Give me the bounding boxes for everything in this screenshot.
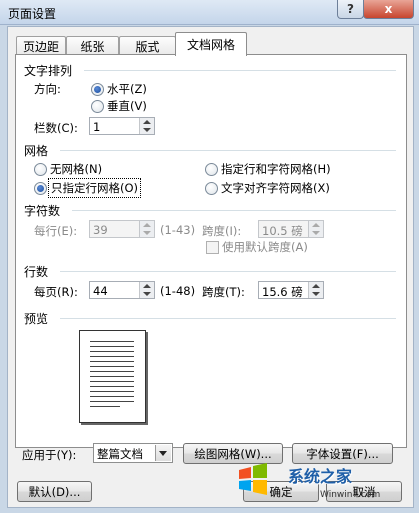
tab-document-grid[interactable]: 文档网格 — [175, 32, 247, 56]
radio-no-grid[interactable] — [34, 163, 47, 176]
radio-lines-only-grid-label[interactable]: 只指定行网格(O) — [48, 178, 142, 198]
lines-per-page-value: 44 — [93, 284, 108, 298]
radio-horizontal-label[interactable]: 水平(Z) — [107, 81, 147, 97]
char-pitch-stepper[interactable]: 10.5 磅 — [258, 220, 324, 238]
preview-line — [90, 391, 134, 392]
divider — [60, 318, 396, 319]
font-settings-button[interactable]: 字体设置(F)... — [292, 443, 393, 464]
line-pitch-stepper[interactable]: 15.6 磅 — [258, 281, 324, 299]
chevron-up-icon[interactable] — [143, 284, 151, 288]
radio-vertical[interactable] — [91, 100, 104, 113]
char-pitch-value: 10.5 磅 — [262, 224, 303, 238]
radio-lines-and-chars-grid[interactable] — [205, 163, 218, 176]
radio-snap-to-chars-label[interactable]: 文字对齐字符网格(X) — [221, 180, 330, 196]
apply-to-select[interactable]: 整篇文档 — [93, 443, 173, 463]
columns-label: 栏数(C): — [34, 121, 78, 135]
preview-line — [90, 396, 134, 397]
lines-group-label: 行数 — [24, 265, 49, 279]
spin-buttons[interactable] — [308, 221, 323, 237]
preview-line — [90, 341, 134, 342]
tab-layout[interactable]: 版式 — [119, 36, 176, 55]
help-icon: ? — [347, 2, 354, 16]
direction-label: 方向: — [34, 82, 61, 96]
divider — [60, 150, 396, 151]
preview-line — [90, 376, 134, 377]
preview-group-label: 预览 — [24, 312, 49, 326]
close-icon: x — [384, 2, 393, 16]
draw-grid-button[interactable]: 绘图网格(W)... — [183, 443, 283, 464]
apply-to-value: 整篇文档 — [97, 447, 143, 461]
chevron-down-icon[interactable] — [312, 292, 320, 296]
default-button[interactable]: 默认(D)... — [17, 481, 92, 502]
use-default-pitch-label[interactable]: 使用默认跨度(A) — [222, 239, 308, 255]
radio-no-grid-label[interactable]: 无网格(N) — [50, 161, 102, 177]
preview-page — [79, 330, 146, 423]
window-title: 页面设置 — [8, 7, 57, 21]
preview-line — [90, 406, 120, 407]
radio-lines-only-grid[interactable] — [34, 182, 47, 195]
preview-line — [90, 351, 134, 352]
columns-value: 1 — [93, 120, 101, 134]
watermark-site: Winwin7.com — [320, 490, 381, 500]
chars-per-line-range: (1-43) — [160, 223, 196, 237]
chevron-up-icon[interactable] — [143, 120, 151, 124]
chevron-up-icon[interactable] — [312, 284, 320, 288]
chevron-down-icon[interactable] — [143, 292, 151, 296]
preview-line — [90, 381, 134, 382]
spin-buttons[interactable] — [139, 221, 154, 237]
divider — [60, 271, 396, 272]
line-pitch-value: 15.6 磅 — [262, 285, 303, 299]
divider — [84, 70, 396, 71]
chars-per-line-label: 每行(E): — [34, 224, 78, 238]
use-default-pitch-checkbox[interactable] — [206, 241, 219, 254]
preview-line — [90, 401, 134, 402]
columns-stepper[interactable]: 1 — [89, 117, 155, 135]
radio-vertical-label[interactable]: 垂直(V) — [107, 98, 147, 114]
chars-per-line-value: 39 — [93, 223, 108, 237]
preview-line — [90, 366, 134, 367]
radio-snap-to-chars[interactable] — [205, 182, 218, 195]
close-button[interactable]: x — [363, 0, 414, 19]
preview-line — [90, 346, 134, 347]
windows-logo-icon — [239, 463, 267, 495]
char-pitch-label: 跨度(I): — [202, 224, 242, 238]
help-button[interactable]: ? — [337, 0, 364, 19]
tab-paper[interactable]: 纸张 — [66, 36, 119, 55]
preview-line — [90, 356, 134, 357]
characters-group-label: 字符数 — [24, 204, 61, 218]
chevron-down-icon[interactable] — [155, 445, 171, 461]
chevron-up-icon[interactable] — [143, 223, 151, 227]
spin-buttons[interactable] — [139, 118, 154, 134]
apply-to-label: 应用于(Y): — [22, 448, 77, 462]
spin-buttons[interactable] — [139, 282, 154, 298]
chevron-down-icon[interactable] — [143, 128, 151, 132]
lines-per-page-stepper[interactable]: 44 — [89, 281, 155, 299]
line-pitch-label: 跨度(T): — [202, 285, 245, 299]
chevron-down-icon[interactable] — [143, 231, 151, 235]
lines-per-page-label: 每页(R): — [34, 285, 78, 299]
preview-line — [90, 386, 134, 387]
chars-per-line-stepper[interactable]: 39 — [89, 220, 155, 238]
lines-per-page-range: (1-48) — [160, 284, 196, 298]
radio-lines-and-chars-grid-label[interactable]: 指定行和字符网格(H) — [221, 161, 331, 177]
preview-line — [90, 371, 134, 372]
grid-group-label: 网格 — [24, 144, 49, 158]
chevron-up-icon[interactable] — [312, 223, 320, 227]
tab-margins[interactable]: 页边距 — [16, 36, 66, 55]
text-direction-group-label: 文字排列 — [24, 64, 73, 78]
watermark-brand: 系统之家 — [288, 467, 353, 486]
radio-horizontal[interactable] — [91, 83, 104, 96]
spin-buttons[interactable] — [308, 282, 323, 298]
dialog-body: 页边距 纸张 版式 文档网格 文字排列 方向: 水平(Z) 垂直(V) 栏数(C… — [7, 26, 414, 508]
preview-line — [90, 361, 134, 362]
divider — [72, 210, 396, 211]
chevron-down-icon[interactable] — [312, 231, 320, 235]
